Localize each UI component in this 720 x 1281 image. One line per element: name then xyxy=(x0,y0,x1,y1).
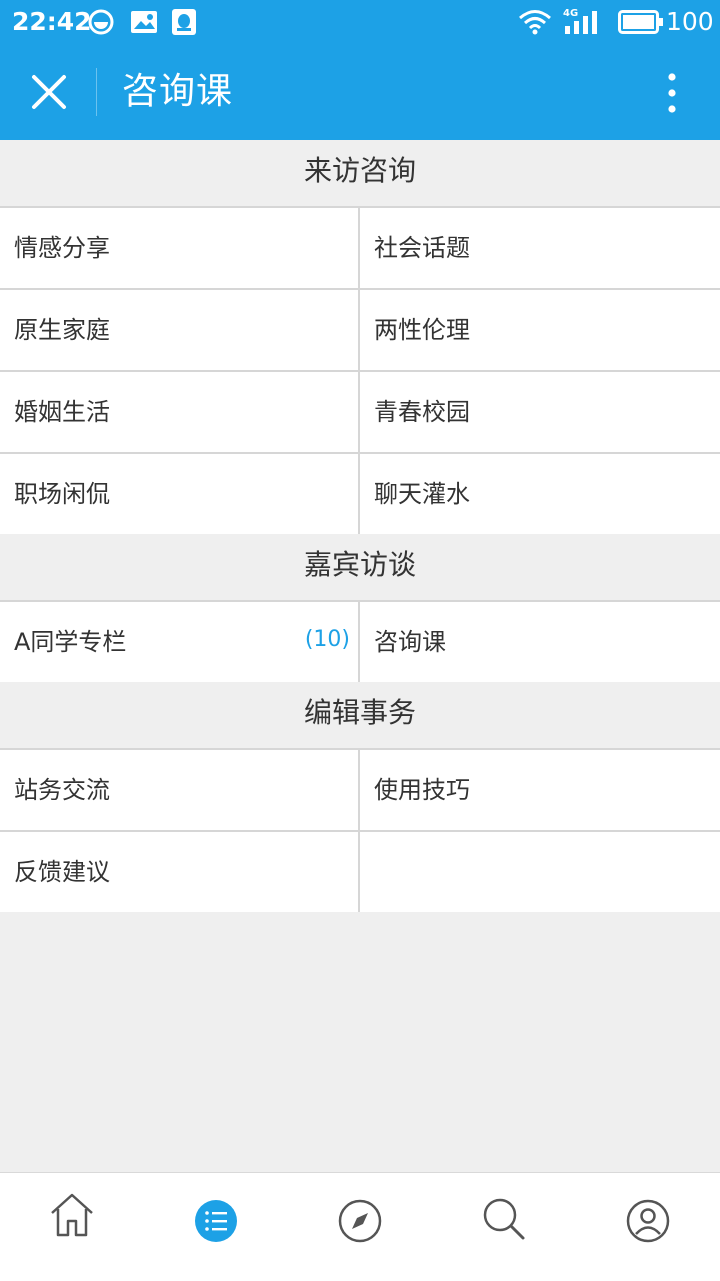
sync-icon xyxy=(88,9,114,35)
bottom-nav xyxy=(0,1172,720,1281)
category-item[interactable]: 反馈建议 xyxy=(0,832,358,912)
tab-list[interactable] xyxy=(186,1185,246,1245)
section-grid-guest-interview: A同学专栏 (10) 咨询课 xyxy=(0,602,720,682)
category-item[interactable]: 情感分享 xyxy=(0,208,358,288)
battery-icon xyxy=(618,10,663,34)
search-icon xyxy=(483,1198,525,1240)
category-item[interactable]: 职场闲侃 xyxy=(0,454,358,534)
appbar-divider xyxy=(96,68,97,116)
more-vertical-icon xyxy=(668,73,676,113)
category-item[interactable]: 使用技巧 xyxy=(360,750,718,830)
category-item[interactable]: 原生家庭 xyxy=(0,290,358,370)
category-item[interactable]: 站务交流 xyxy=(0,750,358,830)
empty-cell xyxy=(360,832,718,912)
status-time: 22:42 xyxy=(12,7,92,36)
section-header-editorial: 编辑事务 xyxy=(0,682,720,750)
compass-icon xyxy=(338,1199,382,1243)
home-icon xyxy=(51,1193,93,1237)
close-button[interactable] xyxy=(24,66,74,118)
tab-discover[interactable] xyxy=(330,1185,390,1245)
wifi-icon xyxy=(519,10,551,35)
category-item-with-badge[interactable]: A同学专栏 (10) xyxy=(0,602,358,682)
tab-profile[interactable] xyxy=(618,1185,678,1245)
close-icon xyxy=(32,75,66,109)
profile-icon xyxy=(626,1199,670,1243)
status-bar: 22:42 4G 100 xyxy=(0,0,720,44)
section-grid-editorial: 站务交流 使用技巧 反馈建议 xyxy=(0,750,720,912)
qq-icon xyxy=(172,9,196,35)
category-item[interactable]: 咨询课 xyxy=(360,602,718,682)
tab-search[interactable] xyxy=(474,1185,534,1245)
count-badge: (10) xyxy=(304,627,350,652)
category-item-label: A同学专栏 xyxy=(14,628,127,656)
section-header-visit-consult: 来访咨询 xyxy=(0,140,720,208)
section-header-guest-interview: 嘉宾访谈 xyxy=(0,534,720,602)
category-item[interactable]: 婚姻生活 xyxy=(0,372,358,452)
more-button[interactable] xyxy=(650,66,694,118)
section-grid-visit-consult: 情感分享 社会话题 原生家庭 两性伦理 婚姻生活 青春校园 职场闲侃 聊天灌水 xyxy=(0,208,720,534)
category-item[interactable]: 聊天灌水 xyxy=(360,454,718,534)
category-item[interactable]: 两性伦理 xyxy=(360,290,718,370)
battery-percent: 100 xyxy=(666,7,714,36)
category-item[interactable]: 青春校园 xyxy=(360,372,718,452)
image-icon xyxy=(131,11,157,33)
tab-home[interactable] xyxy=(42,1185,102,1245)
category-item[interactable]: 社会话题 xyxy=(360,208,718,288)
app-bar: 咨询课 xyxy=(0,44,720,140)
signal-icon xyxy=(565,11,597,34)
page-title: 咨询课 xyxy=(122,71,234,112)
list-icon xyxy=(195,1200,237,1242)
